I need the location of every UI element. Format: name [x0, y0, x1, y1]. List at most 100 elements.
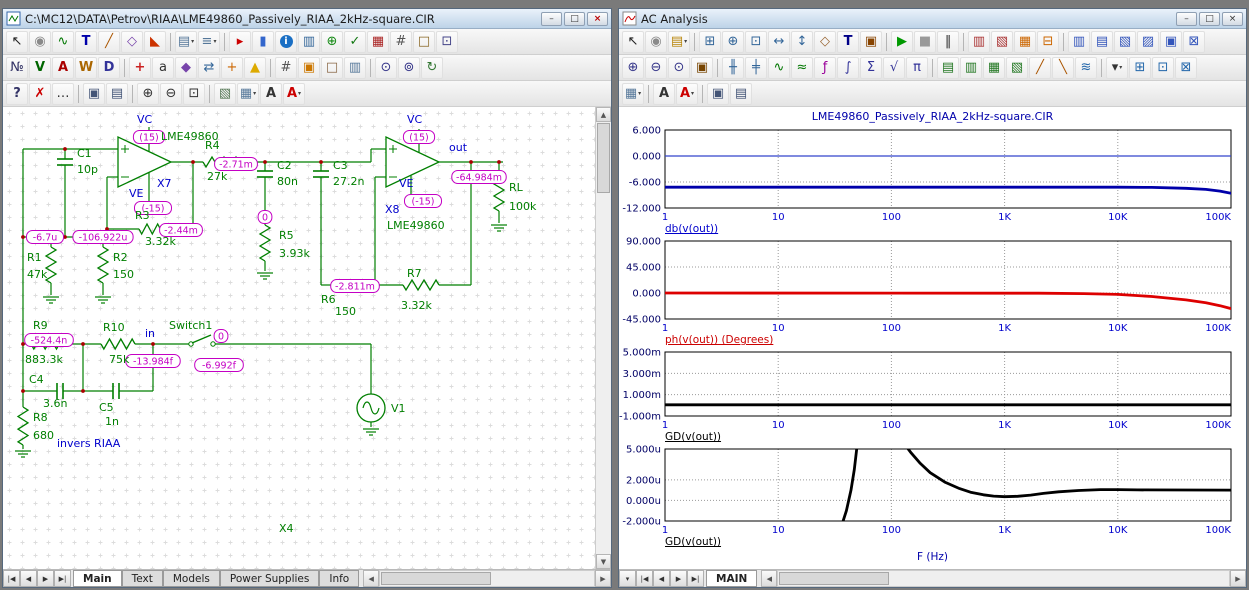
measurement-bubble-b-n2[interactable]: -106.922u: [73, 231, 133, 244]
trace-label-3[interactable]: GD(v(out)): [665, 431, 1246, 444]
file-menu-icon[interactable]: ▤▾: [668, 31, 690, 53]
label-r5-ref[interactable]: R5: [279, 229, 294, 242]
go-to-icon[interactable]: ⊡: [1152, 57, 1174, 79]
paste-page-icon[interactable]: ▤: [106, 83, 128, 105]
data-points-icon[interactable]: ≋: [1075, 57, 1097, 79]
search-icon[interactable]: ⊙: [375, 57, 397, 79]
measurement-bubble-b-sw0[interactable]: 0: [214, 330, 228, 343]
cursor-mode-icon[interactable]: ⊕: [722, 31, 744, 53]
label-r10-val[interactable]: 75k: [109, 353, 130, 366]
nav-button-0[interactable]: |◀: [3, 570, 20, 587]
measurement-bubble-b-r9[interactable]: -524.4n: [25, 334, 74, 347]
stepping-icon[interactable]: ▧: [991, 31, 1013, 53]
select-mode-icon[interactable]: ↖: [6, 31, 28, 53]
close-plot-icon[interactable]: ⊠: [1183, 31, 1205, 53]
pin-numbers-icon[interactable]: ◆: [175, 57, 197, 79]
overlap-icon[interactable]: ▨: [1137, 31, 1159, 53]
label-r7-val[interactable]: 3.32k: [401, 299, 432, 312]
restore-button[interactable]: □: [1199, 12, 1220, 26]
vertical-tag-icon[interactable]: ↕: [791, 31, 813, 53]
vertical-scroll-track[interactable]: [596, 122, 611, 554]
label-c5-val[interactable]: 1n: [105, 415, 119, 428]
vertical-scroll-thumb[interactable]: [597, 123, 610, 193]
fft-icon[interactable]: ƒ: [814, 57, 836, 79]
sheet-icon[interactable]: □: [413, 31, 435, 53]
horizontal-scroll-thumb[interactable]: [381, 572, 491, 585]
tab-models[interactable]: Models: [163, 570, 220, 587]
measurement-bubble-b-c2[interactable]: 0: [258, 211, 272, 224]
label-r4-ref[interactable]: R4: [205, 139, 220, 152]
nav-button-2[interactable]: ◀: [653, 570, 670, 587]
label-rl-val[interactable]: 100k: [509, 200, 537, 213]
label-r3-ref[interactable]: R3: [135, 209, 150, 222]
measurement-bubble-b-r6[interactable]: -2.811m: [331, 280, 380, 293]
flag-mode-icon[interactable]: ◣: [144, 31, 166, 53]
plot-block-3[interactable]: 5.000m3.000m1.000m-1.000m1101001K10K100K…: [619, 347, 1246, 444]
wire-mode-icon[interactable]: ∿: [52, 31, 74, 53]
tab-main[interactable]: MAIN: [706, 570, 757, 587]
refresh-icon[interactable]: ↻: [421, 57, 443, 79]
waveform-icon[interactable]: ∿: [768, 57, 790, 79]
label-x4-ref[interactable]: X4: [279, 522, 294, 535]
label-c3-val[interactable]: 27.2n: [333, 175, 364, 188]
globe-icon[interactable]: ⊕: [321, 31, 343, 53]
find-next-icon[interactable]: ⊚: [398, 57, 420, 79]
border-icon[interactable]: ▣: [298, 57, 320, 79]
measurement-bubble-b-vc1[interactable]: (15): [133, 131, 164, 144]
cross-hair-icon[interactable]: +: [221, 57, 243, 79]
close-button[interactable]: ×: [1222, 12, 1243, 26]
restore-button[interactable]: □: [564, 12, 585, 26]
font-icon[interactable]: A: [260, 83, 282, 105]
three-d-icon[interactable]: ▧: [1006, 57, 1028, 79]
label-x8-ref[interactable]: X8: [385, 203, 400, 216]
close-file-icon[interactable]: ✗: [29, 83, 51, 105]
schematic-canvas[interactable]: (15)(-15)(15)(-15)-2.71m-2.44m0-2.811m-6…: [3, 107, 595, 569]
text-mode-icon[interactable]: T: [75, 31, 97, 53]
zoom-in-icon[interactable]: ⊕: [622, 57, 644, 79]
tangent-icon[interactable]: ╲: [1052, 57, 1074, 79]
trace-label-1[interactable]: db(v(out)): [665, 223, 1246, 236]
pause-icon[interactable]: ‖: [937, 31, 959, 53]
warning-icon[interactable]: ▲: [244, 57, 266, 79]
plot-block-1[interactable]: 6.0000.000-6.000-12.0001101001K10K100Kdb…: [619, 125, 1246, 236]
analysis-scroll-track[interactable]: [777, 570, 1230, 587]
label-r8-ref[interactable]: R8: [33, 411, 48, 424]
line-mode-icon[interactable]: ╱: [98, 31, 120, 53]
label-c3-ref[interactable]: C3: [333, 159, 348, 172]
help-topics-icon[interactable]: ▥: [298, 31, 320, 53]
label-vc2[interactable]: VC: [407, 113, 423, 126]
label-ve1[interactable]: VE: [129, 187, 144, 200]
horizontal-scrollbar[interactable]: ◀ ▶: [363, 570, 611, 587]
label-r8-val[interactable]: 680: [33, 429, 54, 442]
horizontal-scroll-track[interactable]: [379, 570, 595, 587]
scroll-left-icon[interactable]: ◀: [761, 570, 777, 587]
more-icon[interactable]: …: [52, 83, 74, 105]
ac-analysis-titlebar[interactable]: AC Analysis –□×: [619, 9, 1246, 29]
info-icon[interactable]: i: [275, 31, 297, 53]
plot-block-4[interactable]: 5.000u2.000u0.000u-2.000u1101001K10K100K…: [619, 444, 1246, 549]
label-r9-val[interactable]: 883.3k: [25, 353, 63, 366]
zoom-fit-icon[interactable]: ⊙: [668, 57, 690, 79]
maximize-plot-icon[interactable]: ▣: [1160, 31, 1182, 53]
label-r6-ref[interactable]: R6: [321, 293, 336, 306]
scroll-right-icon[interactable]: ▶: [595, 570, 611, 587]
smoothing-icon[interactable]: ≈: [791, 57, 813, 79]
tab-power-supplies[interactable]: Power Supplies: [220, 570, 320, 587]
select-mode-icon[interactable]: ↖: [622, 31, 644, 53]
zoom-out-icon[interactable]: ⊖: [160, 83, 182, 105]
label-ve2[interactable]: VE: [399, 177, 414, 190]
label-r5-val[interactable]: 3.93k: [279, 247, 310, 260]
copy-page-icon[interactable]: ▣: [83, 83, 105, 105]
measurement-bubble-b-vc2[interactable]: (15): [403, 131, 434, 144]
graphics-mode-icon[interactable]: ◇: [121, 31, 143, 53]
component-V1[interactable]: [357, 394, 385, 422]
properties-icon[interactable]: ▣: [860, 31, 882, 53]
favorites-menu-icon[interactable]: ≡▾: [198, 31, 220, 53]
label-in-label[interactable]: in: [145, 327, 155, 340]
page-icon[interactable]: ▥: [344, 57, 366, 79]
label-invers[interactable]: invers RIAA: [57, 437, 121, 450]
tile-vertical-icon[interactable]: ▥: [1068, 31, 1090, 53]
scope-icon[interactable]: ⊞: [699, 31, 721, 53]
measurement-bubble-b-out[interactable]: -64.984m: [452, 171, 506, 184]
schematic-window-titlebar[interactable]: C:\MC12\DATA\Petrov\RIAA\LME49860_Passiv…: [3, 9, 611, 29]
